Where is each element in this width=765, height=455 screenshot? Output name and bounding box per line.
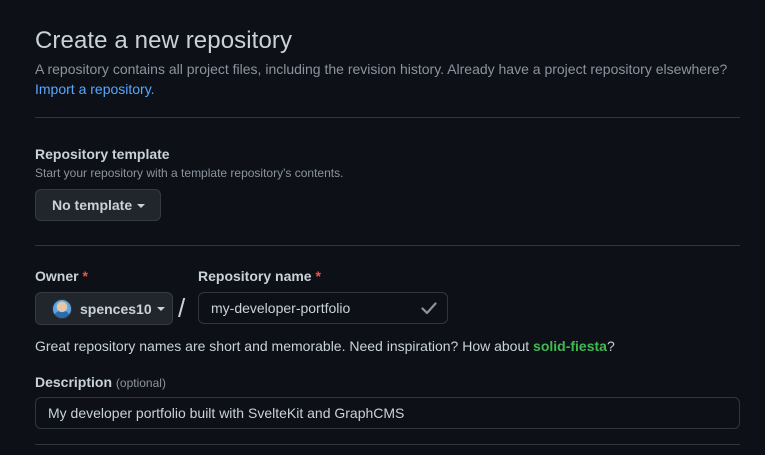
repo-name-label-text: Repository name xyxy=(198,268,312,284)
owner-label-text: Owner xyxy=(35,268,79,284)
repo-name-label: Repository name * xyxy=(198,268,321,284)
caret-down-icon xyxy=(156,307,165,311)
template-select-label: No template xyxy=(52,197,133,213)
inspiration-suffix: ? xyxy=(606,338,615,354)
name-inspiration: Great repository names are short and mem… xyxy=(35,338,615,354)
required-mark: * xyxy=(315,268,321,284)
repo-name-input[interactable]: my-developer-portfolio xyxy=(198,292,448,324)
page-subtitle: A repository contains all project files,… xyxy=(35,61,728,77)
optional-tag: (optional) xyxy=(115,376,166,390)
required-mark: * xyxy=(82,268,88,284)
template-hint: Start your repository with a template re… xyxy=(35,166,344,180)
inspiration-text: Great repository names are short and mem… xyxy=(35,338,534,354)
suggested-name-link[interactable]: solid-fiesta xyxy=(533,338,607,354)
description-label-text: Description xyxy=(35,374,113,390)
divider xyxy=(35,444,740,445)
import-repository-link[interactable]: Import a repository. xyxy=(35,81,155,97)
owner-value: spences10 xyxy=(80,300,152,317)
template-label: Repository template xyxy=(35,146,170,162)
description-value: My developer portfolio built with Svelte… xyxy=(48,405,405,421)
divider xyxy=(35,245,740,246)
owner-label: Owner * xyxy=(35,268,88,284)
page-title: Create a new repository xyxy=(35,27,293,54)
caret-down-icon xyxy=(137,203,146,208)
avatar xyxy=(52,298,72,319)
create-repository-page: Create a new repository A repository con… xyxy=(0,0,765,455)
description-label: Description (optional) xyxy=(35,374,166,390)
repo-name-value: my-developer-portfolio xyxy=(211,300,351,316)
divider xyxy=(35,117,740,118)
owner-repo-separator: / xyxy=(178,293,186,323)
owner-select-button[interactable]: spences10 xyxy=(35,292,173,325)
check-icon xyxy=(421,302,437,315)
description-input[interactable]: My developer portfolio built with Svelte… xyxy=(35,397,740,429)
template-select-button[interactable]: No template xyxy=(35,189,161,221)
